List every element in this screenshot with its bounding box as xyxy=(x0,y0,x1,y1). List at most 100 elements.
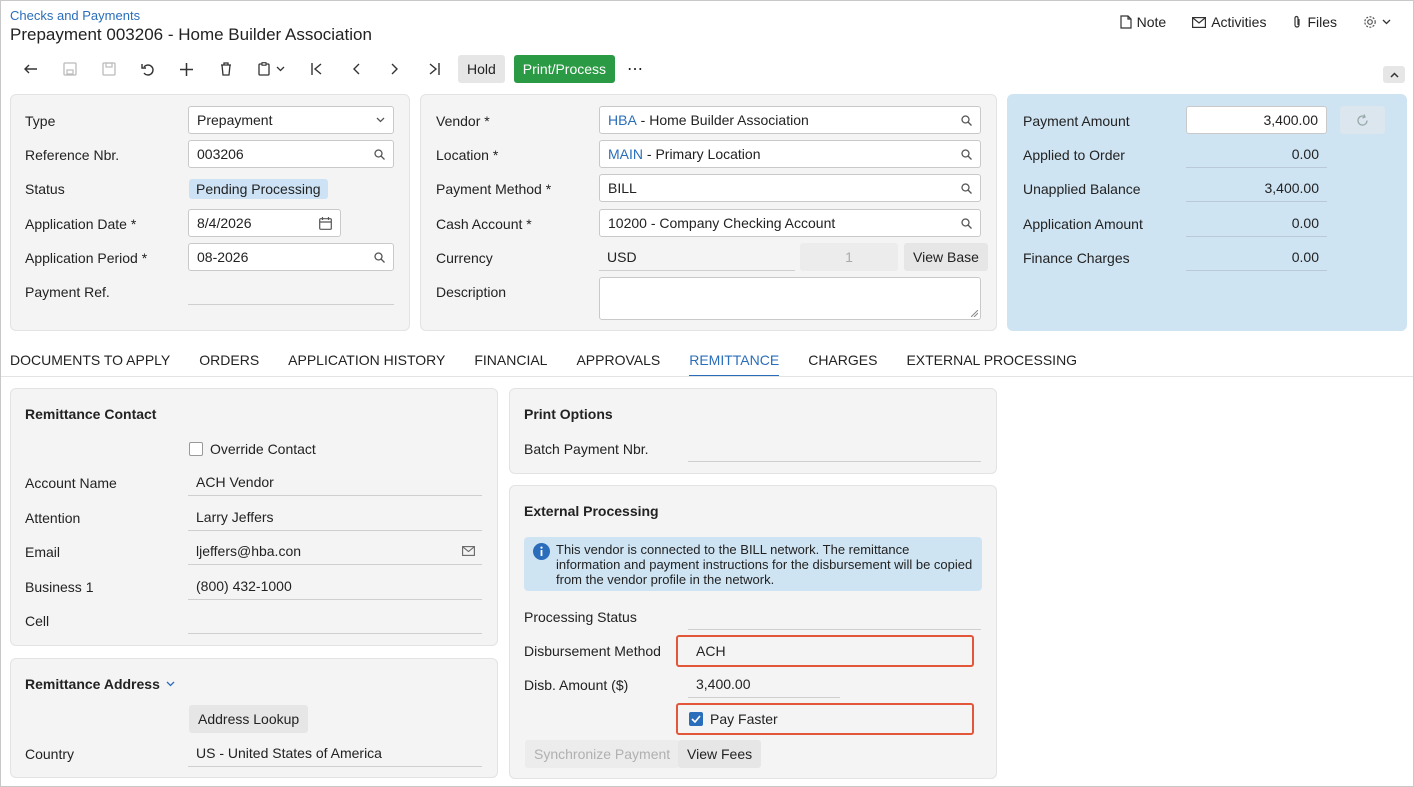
undo-icon xyxy=(140,63,154,76)
override-contact-box[interactable] xyxy=(189,442,203,456)
payment-ref-label: Payment Ref. xyxy=(25,284,110,300)
vendor-code-link[interactable]: HBA xyxy=(608,112,637,128)
ref-input[interactable]: 003206 xyxy=(188,140,394,168)
vendor-input[interactable]: HBA - Home Builder Association xyxy=(599,106,981,134)
settings-button[interactable] xyxy=(1363,14,1391,30)
delete-button[interactable] xyxy=(206,55,245,83)
type-label: Type xyxy=(25,113,56,129)
tab-application-history[interactable]: APPLICATION HISTORY xyxy=(288,352,445,377)
app-period-input[interactable]: 08-2026 xyxy=(188,243,394,271)
finance-charges-value: 0.00 xyxy=(1186,243,1327,271)
pay-faster-box[interactable] xyxy=(689,712,703,726)
back-button[interactable] xyxy=(11,55,50,83)
view-fees-button[interactable]: View Fees xyxy=(678,740,762,768)
cell-label: Cell xyxy=(25,613,50,629)
app-period-label: Application Period * xyxy=(25,250,148,266)
breadcrumb[interactable]: Checks and Payments xyxy=(10,8,140,23)
payment-method-input[interactable]: BILL xyxy=(599,174,981,202)
note-button[interactable]: Note xyxy=(1120,14,1167,30)
external-processing-title: External Processing xyxy=(524,503,659,519)
search-icon[interactable] xyxy=(961,218,972,229)
vendor-name: - Home Builder Association xyxy=(636,112,809,128)
account-name-input[interactable]: ACH Vendor xyxy=(188,468,482,496)
location-name: - Primary Location xyxy=(643,146,761,162)
note-label: Note xyxy=(1136,14,1167,30)
hold-button[interactable]: Hold xyxy=(458,55,505,83)
first-record-button[interactable] xyxy=(297,55,336,83)
disbursement-method-input[interactable]: ACH xyxy=(676,635,974,667)
envelope-icon[interactable] xyxy=(462,546,475,556)
save-close-button[interactable] xyxy=(50,55,89,83)
location-label: Location * xyxy=(436,147,499,163)
prev-record-button[interactable] xyxy=(336,55,375,83)
synchronize-payment-button[interactable]: Synchronize Payment xyxy=(525,740,680,768)
cash-account-value: 10200 - Company Checking Account xyxy=(608,215,836,231)
payment-ref-input[interactable] xyxy=(188,277,394,305)
save-button[interactable] xyxy=(89,55,128,83)
pay-faster-label: Pay Faster xyxy=(710,711,778,727)
search-icon[interactable] xyxy=(961,183,972,194)
country-input[interactable]: US - United States of America xyxy=(188,739,482,767)
location-input[interactable]: MAIN - Primary Location xyxy=(599,140,981,168)
disbursement-method-label: Disbursement Method xyxy=(524,643,661,659)
info-text: This vendor is connected to the BILL net… xyxy=(556,542,973,587)
application-amount-value: 0.00 xyxy=(1186,209,1327,237)
batch-payment-input[interactable] xyxy=(688,434,981,462)
business1-input[interactable]: (800) 432-1000 xyxy=(188,572,482,600)
search-icon[interactable] xyxy=(374,149,385,160)
tab-external-processing[interactable]: EXTERNAL PROCESSING xyxy=(906,352,1077,377)
tab-remittance[interactable]: REMITTANCE xyxy=(689,352,780,377)
remittance-address-header[interactable]: Remittance Address xyxy=(25,676,175,692)
disb-amount-label: Disb. Amount ($) xyxy=(524,677,629,693)
country-label: Country xyxy=(25,746,75,762)
chevron-down-icon xyxy=(376,117,385,123)
tab-orders[interactable]: ORDERS xyxy=(199,352,259,377)
email-label: Email xyxy=(25,544,61,560)
print-options-title: Print Options xyxy=(524,406,613,422)
files-button[interactable]: Files xyxy=(1292,14,1337,30)
currency-label: Currency xyxy=(436,250,493,266)
tab-bar: DOCUMENTS TO APPLY ORDERS APPLICATION HI… xyxy=(10,352,1077,377)
address-lookup-button[interactable]: Address Lookup xyxy=(189,705,309,733)
view-base-button[interactable]: View Base xyxy=(904,243,988,271)
attention-input[interactable]: Larry Jeffers xyxy=(188,503,482,531)
currency-value[interactable]: USD xyxy=(599,243,795,271)
page-title: Prepayment 003206 - Home Builder Associa… xyxy=(10,25,372,44)
cash-account-input[interactable]: 10200 - Company Checking Account xyxy=(599,209,981,237)
chevron-right-icon xyxy=(391,63,398,75)
copy-paste-button[interactable] xyxy=(245,55,297,83)
email-input[interactable]: ljeffers@hba.con xyxy=(188,537,482,565)
resize-handle-icon[interactable] xyxy=(971,310,978,317)
finance-charges-label: Finance Charges xyxy=(1023,250,1130,266)
undo-button[interactable] xyxy=(128,55,167,83)
tab-documents-to-apply[interactable]: DOCUMENTS TO APPLY xyxy=(10,352,170,377)
tab-financial[interactable]: FINANCIAL xyxy=(474,352,547,377)
tab-charges[interactable]: CHARGES xyxy=(808,352,877,377)
more-actions-button[interactable]: ⋯ xyxy=(627,59,643,79)
add-button[interactable] xyxy=(167,55,206,83)
activities-button[interactable]: Activities xyxy=(1192,14,1266,30)
search-icon[interactable] xyxy=(374,252,385,263)
location-code-link[interactable]: MAIN xyxy=(608,146,643,162)
app-date-input[interactable]: 8/4/2026 xyxy=(188,209,341,237)
refresh-button[interactable] xyxy=(1340,106,1385,134)
collapse-header-button[interactable] xyxy=(1383,66,1405,83)
tab-approvals[interactable]: APPROVALS xyxy=(576,352,660,377)
print-process-button[interactable]: Print/Process xyxy=(513,55,616,83)
search-icon[interactable] xyxy=(961,115,972,126)
note-icon xyxy=(1120,15,1132,29)
cell-input[interactable] xyxy=(188,606,482,634)
pay-faster-checkbox[interactable]: Pay Faster xyxy=(676,703,974,735)
type-select[interactable]: Prepayment xyxy=(188,106,394,134)
payment-amount-input[interactable]: 3,400.00 xyxy=(1186,106,1327,134)
override-contact-checkbox[interactable]: Override Contact xyxy=(189,441,316,457)
last-record-button[interactable] xyxy=(414,55,453,83)
currency-rate: 1 xyxy=(800,243,898,271)
chevron-down-icon xyxy=(166,681,175,687)
search-icon[interactable] xyxy=(961,149,972,160)
check-icon xyxy=(691,715,701,723)
next-record-button[interactable] xyxy=(375,55,414,83)
summary-right-panel: Payment Amount 3,400.00 Applied to Order… xyxy=(1007,94,1407,331)
calendar-icon[interactable] xyxy=(319,217,332,230)
description-textarea[interactable] xyxy=(599,277,981,320)
